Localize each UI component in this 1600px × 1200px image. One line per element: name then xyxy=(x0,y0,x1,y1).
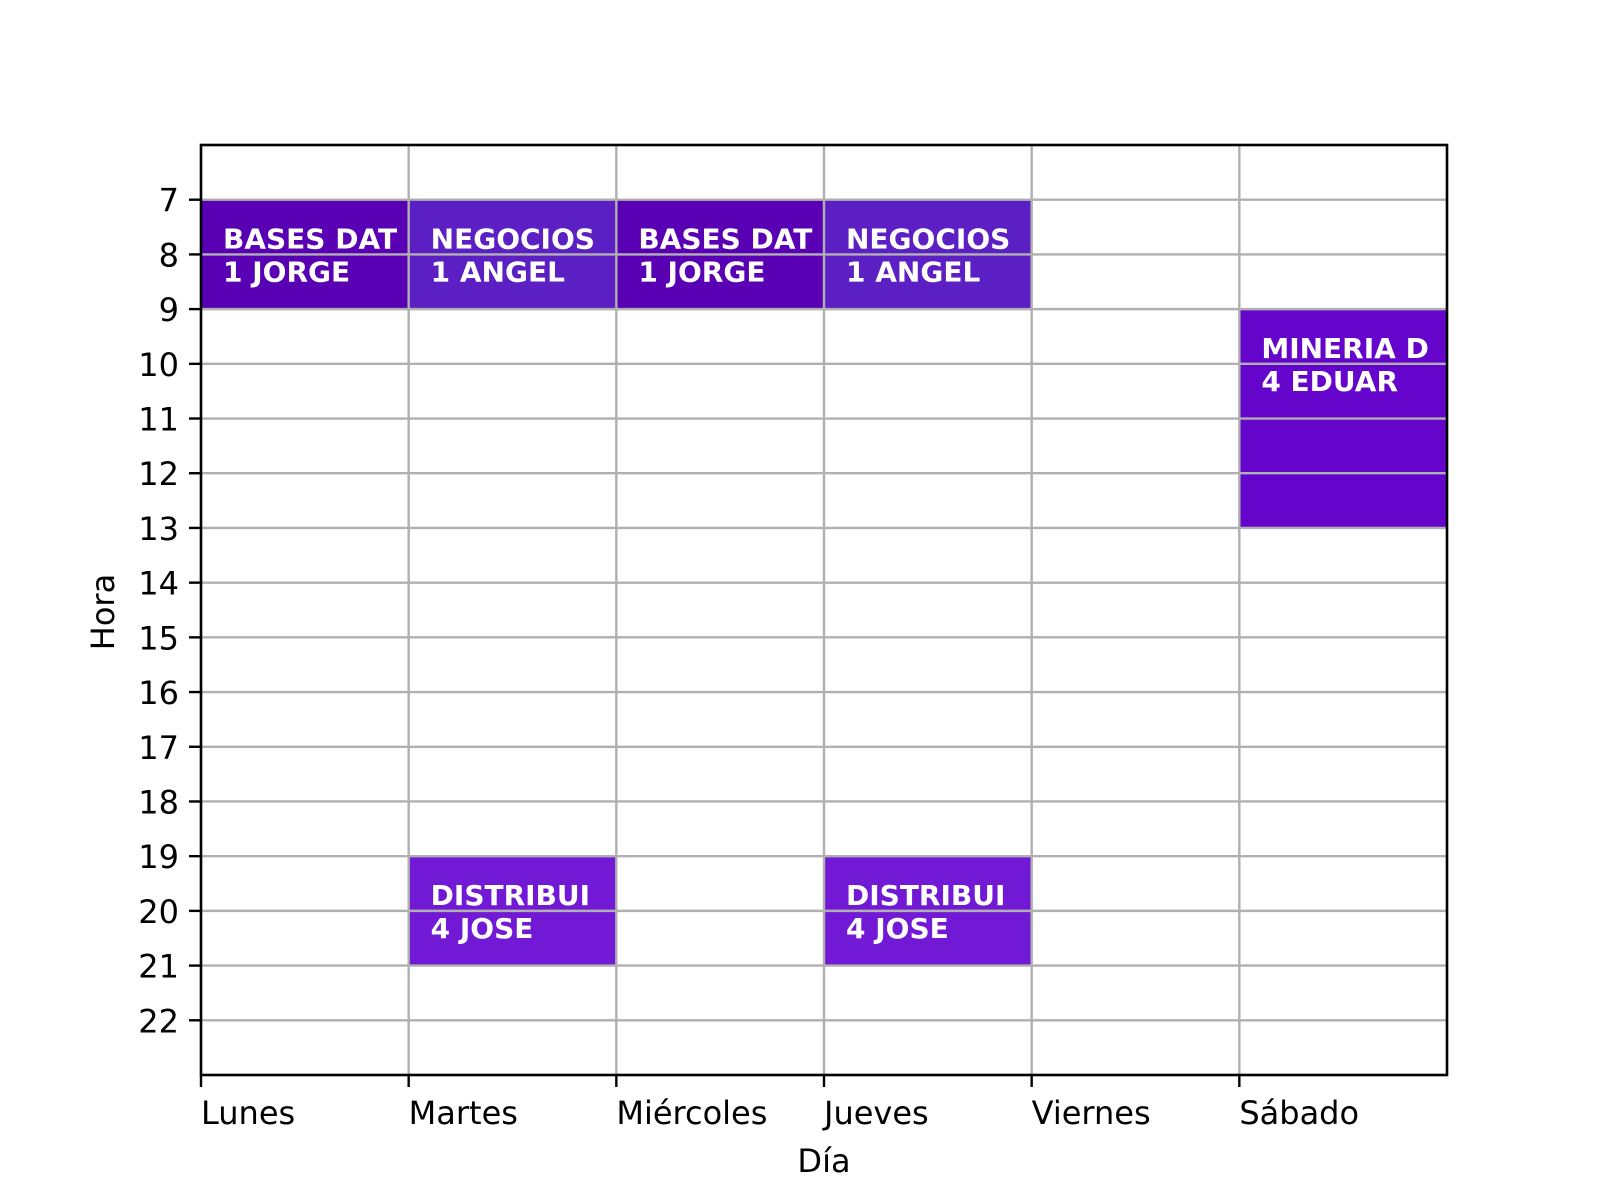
event-title: MINERIA D xyxy=(1261,332,1428,365)
y-tick-label: 19 xyxy=(138,838,179,876)
y-axis-ticks: 7 8 9 10 11 12 13 14 15 16 17 18 19 20 21 22 xyxy=(138,182,201,1040)
event-title: DISTRIBUI xyxy=(846,879,1005,912)
event-detail: 4 JOSE xyxy=(431,912,534,945)
event-detail: 1 ANGEL xyxy=(846,256,980,289)
y-tick-label: 10 xyxy=(138,346,179,384)
y-tick-label: 21 xyxy=(138,948,179,986)
y-tick-label: 22 xyxy=(138,1002,179,1040)
event-title: NEGOCIOS xyxy=(431,223,595,256)
y-tick-label: 8 xyxy=(159,236,179,274)
event-detail: 1 JORGE xyxy=(638,256,765,289)
x-tick-label: Sábado xyxy=(1239,1094,1359,1132)
y-tick-label: 7 xyxy=(159,182,179,220)
x-axis-title: Día xyxy=(797,1142,850,1180)
schedule-chart: BASES DAT1 JORGENEGOCIOS1 ANGELBASES DAT… xyxy=(84,143,1449,1180)
event-detail: 4 EDUAR xyxy=(1261,365,1398,398)
event-detail: 4 JOSE xyxy=(846,912,949,945)
x-tick-label: Miércoles xyxy=(616,1094,767,1132)
y-tick-label: 11 xyxy=(138,401,179,439)
y-axis-title: Hora xyxy=(84,574,122,650)
event-title: BASES DAT xyxy=(223,223,397,256)
event-title: NEGOCIOS xyxy=(846,223,1010,256)
y-tick-label: 9 xyxy=(159,291,179,329)
x-tick-label: Viernes xyxy=(1032,1094,1151,1132)
x-tick-label: Jueves xyxy=(822,1094,929,1132)
y-tick-label: 20 xyxy=(138,893,179,931)
y-tick-label: 14 xyxy=(138,565,179,603)
y-tick-label: 13 xyxy=(138,510,179,548)
event-detail: 1 JORGE xyxy=(223,256,350,289)
x-tick-label: Lunes xyxy=(201,1094,295,1132)
event-detail: 1 ANGEL xyxy=(431,256,565,289)
y-tick-label: 17 xyxy=(138,729,179,767)
y-tick-label: 15 xyxy=(138,619,179,657)
y-tick-label: 18 xyxy=(138,783,179,821)
y-tick-label: 16 xyxy=(138,674,179,712)
y-tick-label: 12 xyxy=(138,455,179,493)
event-title: DISTRIBUI xyxy=(431,879,590,912)
event-title: BASES DAT xyxy=(638,223,812,256)
x-tick-label: Martes xyxy=(409,1094,518,1132)
x-axis-ticks: Lunes Martes Miércoles Jueves Viernes Sábado xyxy=(199,1075,1359,1132)
